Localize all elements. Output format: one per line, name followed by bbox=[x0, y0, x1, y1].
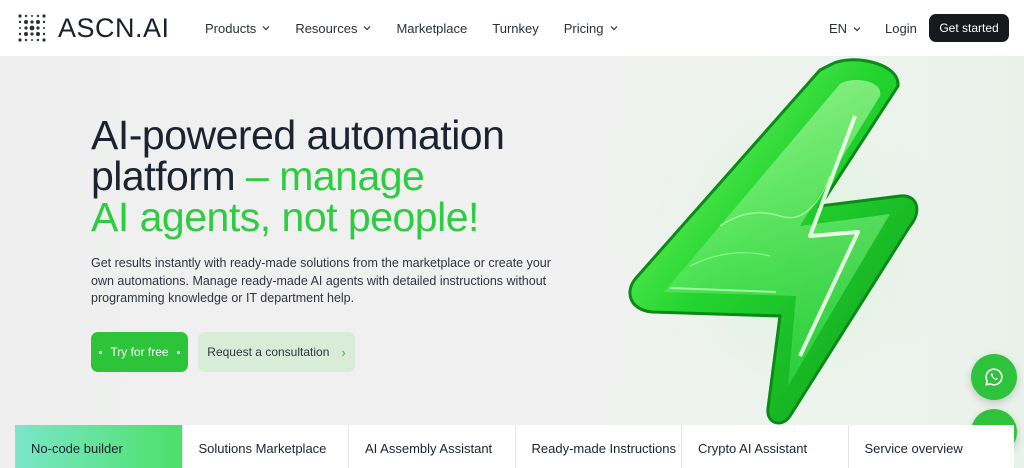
brand-name: ASCN.AI bbox=[58, 12, 170, 43]
tab-ready-made-instructions[interactable]: Ready-made Instructions bbox=[514, 425, 681, 468]
request-consultation-button[interactable]: Request a consultation › bbox=[198, 332, 355, 372]
tab-solutions-marketplace[interactable]: Solutions Marketplace bbox=[181, 425, 348, 468]
headline-line-2: platform – manage bbox=[91, 156, 504, 197]
chevron-right-icon: › bbox=[341, 344, 346, 360]
chevron-down-icon bbox=[610, 26, 617, 31]
get-started-button[interactable]: Get started bbox=[929, 14, 1009, 42]
button-label: Request a consultation bbox=[207, 345, 330, 359]
nav-item-label: Pricing bbox=[563, 20, 604, 36]
nav-item-label: Marketplace bbox=[396, 20, 468, 36]
login-link[interactable]: Login bbox=[885, 21, 917, 36]
language-selector[interactable]: EN bbox=[829, 21, 861, 36]
chevron-down-icon bbox=[262, 26, 270, 31]
nav-item-pricing[interactable]: Pricing bbox=[564, 21, 618, 36]
button-label: Try for free bbox=[110, 345, 169, 359]
nav-item-turnkey[interactable]: Turnkey bbox=[492, 21, 538, 36]
main-nav: Products Resources Marketplace Turnkey P… bbox=[205, 0, 643, 56]
top-navbar: ASCN.AI Products Resources Marketplace T… bbox=[0, 0, 1024, 56]
headline-dark-text: platform bbox=[91, 153, 236, 199]
logo-mark-icon bbox=[18, 14, 46, 42]
hero-description: Get results instantly with ready-made so… bbox=[91, 256, 551, 305]
whatsapp-button[interactable] bbox=[971, 354, 1017, 400]
headline-line-1: AI-powered automation bbox=[91, 112, 505, 158]
nav-item-products[interactable]: Products bbox=[205, 21, 270, 36]
chevron-down-icon bbox=[853, 26, 861, 31]
logo[interactable]: ASCN.AI bbox=[16, 12, 170, 44]
try-for-free-button[interactable]: Try for free bbox=[91, 332, 188, 372]
lightning-bolt-illustration bbox=[628, 56, 940, 426]
nav-item-label: Turnkey bbox=[492, 20, 539, 36]
feature-tabs: No-code builder Solutions Marketplace AI… bbox=[15, 425, 1024, 468]
tab-service-overview[interactable]: Service overview bbox=[847, 425, 1014, 468]
hero-headline: AI-powered automation platform – manage … bbox=[91, 112, 505, 240]
dot-icon bbox=[176, 350, 180, 354]
headline-green-text: – manage bbox=[235, 153, 425, 199]
headline-line-3: AI agents, not people! bbox=[91, 194, 479, 240]
dot-icon bbox=[99, 350, 103, 354]
tab-no-code-builder[interactable]: No-code builder bbox=[15, 425, 182, 468]
whatsapp-icon bbox=[985, 368, 1003, 386]
nav-item-label: Products bbox=[205, 20, 257, 36]
tab-crypto-ai-assistant[interactable]: Crypto AI Assistant bbox=[681, 425, 848, 468]
language-label: EN bbox=[829, 21, 848, 36]
nav-item-marketplace[interactable]: Marketplace bbox=[396, 21, 467, 36]
nav-item-label: Resources bbox=[295, 20, 358, 36]
nav-item-resources[interactable]: Resources bbox=[295, 21, 371, 36]
chevron-down-icon bbox=[364, 26, 371, 31]
tab-ai-assembly-assistant[interactable]: AI Assembly Assistant bbox=[348, 425, 515, 468]
